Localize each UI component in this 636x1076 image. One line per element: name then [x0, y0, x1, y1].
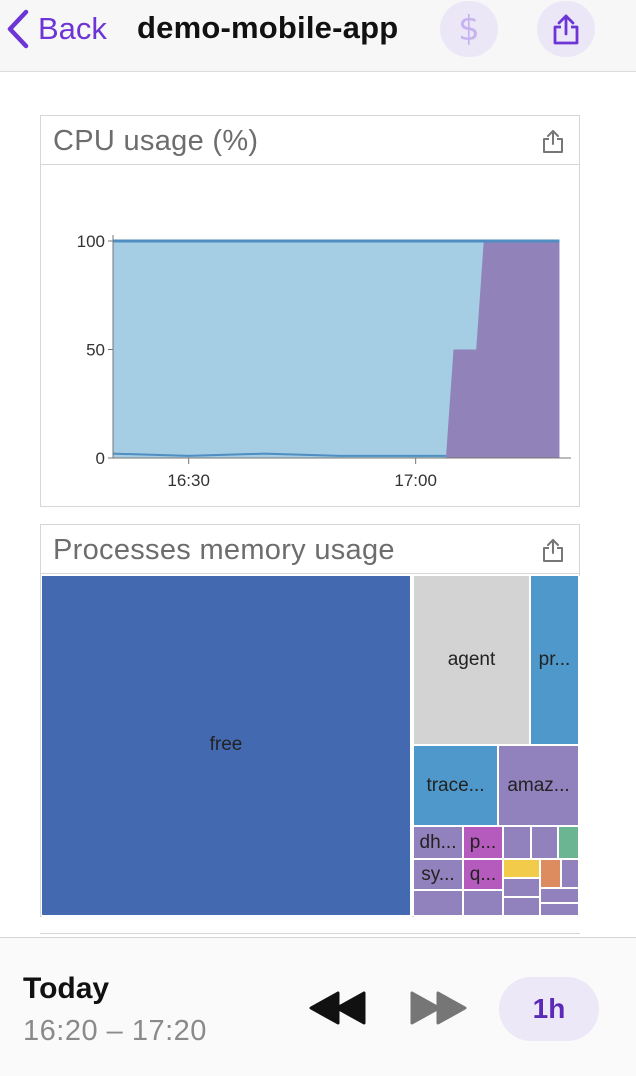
cpu-usage-widget: CPU usage (%) 0 50 100 16:30 17:00: [40, 115, 580, 507]
treemap-cell[interactable]: [532, 827, 559, 860]
treemap-cell[interactable]: agent: [414, 576, 531, 746]
rewind-icon[interactable]: [308, 990, 368, 1026]
treemap-cell[interactable]: [504, 898, 541, 917]
memory-treemap: free agent pr... trace... amaz... dh... p... sy…: [42, 576, 580, 917]
widget-header: CPU usage (%): [41, 116, 579, 165]
share-button[interactable]: [537, 1, 595, 57]
widget-title: Processes memory usage: [53, 534, 395, 566]
share-icon[interactable]: [541, 128, 565, 154]
share-icon: [553, 14, 579, 45]
treemap-cell[interactable]: [541, 889, 580, 904]
time-range-bar: Today 16:20 – 17:20 1h: [0, 937, 636, 1076]
treemap-cell[interactable]: trace...: [414, 746, 499, 827]
share-icon[interactable]: [541, 537, 565, 563]
treemap-cell-label: dh...: [419, 831, 457, 853]
app-screen: Back demo-mobile-app $ CPU usage (%) 0 50…: [0, 0, 636, 1076]
treemap-cell-label: amaz...: [507, 774, 570, 796]
y-tick-label: 50: [86, 341, 105, 360]
widget-header: Processes memory usage: [41, 525, 579, 574]
treemap-cell-label: pr...: [538, 649, 571, 670]
treemap-cell[interactable]: p...: [464, 827, 504, 860]
treemap-cell-label: agent: [447, 649, 496, 670]
memory-usage-widget: Processes memory usage free agent pr... tra…: [40, 524, 580, 917]
treemap-cell[interactable]: [562, 860, 580, 889]
zoom-level-button[interactable]: 1h: [499, 977, 599, 1041]
widget-title: CPU usage (%): [53, 125, 259, 157]
y-tick-label: 100: [77, 232, 105, 251]
treemap-cell[interactable]: free: [42, 576, 412, 917]
treemap-cell-label: q...: [469, 863, 497, 885]
cost-button[interactable]: $: [440, 1, 498, 57]
treemap-cell[interactable]: dh...: [414, 827, 464, 860]
treemap-cell[interactable]: [541, 904, 580, 917]
dollar-icon: $: [458, 9, 480, 49]
treemap-cell[interactable]: [464, 891, 504, 917]
treemap-cell[interactable]: [541, 860, 562, 889]
treemap-cell[interactable]: [414, 891, 464, 917]
treemap-cell[interactable]: [504, 879, 541, 898]
day-label: Today: [23, 972, 110, 1005]
x-tick-label: 16:30: [167, 471, 210, 490]
treemap-cell-label: sy...: [421, 863, 455, 885]
treemap-cell[interactable]: [504, 827, 532, 860]
treemap-cell[interactable]: amaz...: [499, 746, 580, 827]
page-title: demo-mobile-app: [137, 10, 399, 45]
treemap-cell[interactable]: sy...: [414, 860, 464, 891]
treemap-cell-label: p...: [469, 831, 497, 853]
navigation-bar: Back demo-mobile-app $: [0, 0, 636, 72]
y-tick-label: 0: [96, 449, 105, 468]
treemap-cell[interactable]: [559, 827, 580, 860]
treemap-cell-label: free: [209, 734, 243, 755]
time-range-label: 16:20 – 17:20: [23, 1015, 207, 1047]
back-button[interactable]: Back: [6, 6, 107, 52]
x-tick-label: 17:00: [394, 471, 437, 490]
cpu-area-chart: 0 50 100 16:30 17:00: [77, 232, 571, 490]
treemap-cell[interactable]: q...: [464, 860, 504, 891]
back-label: Back: [38, 11, 107, 46]
chevron-left-icon: [7, 9, 29, 49]
fast-forward-icon[interactable]: [408, 990, 468, 1026]
treemap-cell[interactable]: [504, 860, 541, 879]
treemap-cell[interactable]: pr...: [531, 576, 580, 746]
treemap-cell-label: trace...: [426, 774, 485, 796]
